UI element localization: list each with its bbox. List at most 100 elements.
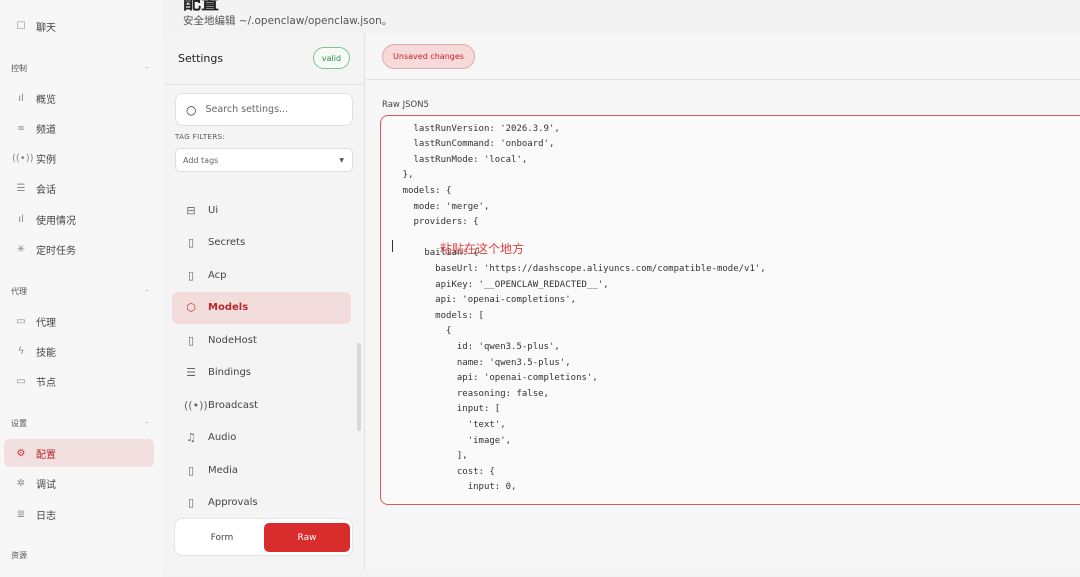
nav-section-label: 设置 — [11, 419, 27, 428]
nav-section-header[interactable]: 控制 – — [11, 63, 149, 74]
code-line: lastRunCommand: 'onboard', — [381, 139, 555, 150]
code-line: name: 'qwen3.5-plus', — [381, 357, 571, 368]
code-line: { — [381, 326, 452, 337]
category-item[interactable]: ☰ Bindings — [172, 357, 351, 389]
nav-item-label: 调试 — [36, 479, 56, 491]
bolt-icon: ϟ — [17, 345, 25, 357]
file-icon: ▯ — [187, 496, 195, 509]
collapse-icon: – — [145, 63, 149, 72]
category-label: Acp — [208, 269, 227, 281]
raw-mode-button[interactable]: Raw — [264, 523, 350, 552]
nav-item-label: 概览 — [36, 94, 56, 106]
code-line: providers: { — [381, 217, 479, 228]
editor-panel: Unsaved changes Raw JSON5 粘贴在这个地方 lastRu… — [366, 33, 1080, 569]
code-line: input: [ — [381, 404, 501, 415]
code-line: lastRunVersion: '2026.3.9', — [381, 123, 560, 134]
folder-icon: ▭ — [16, 315, 26, 327]
form-mode-button[interactable]: Form — [179, 523, 265, 552]
nav-item-1[interactable]: ıl 概览 — [4, 84, 154, 112]
bug-icon: ✲ — [16, 477, 26, 489]
category-label: Media — [208, 464, 239, 476]
broadcast-icon: ((•)) — [184, 398, 208, 412]
chat-icon: ☐ — [16, 20, 26, 32]
nav-item-9[interactable]: ▭ 节点 — [4, 367, 154, 395]
category-item[interactable]: ⊟ Ui — [172, 194, 351, 226]
code-line: api: 'openai-completions', — [381, 373, 598, 384]
settings-title: Settings — [178, 52, 224, 65]
code-line: ], — [381, 451, 468, 462]
category-item[interactable]: ▯ NodeHost — [172, 324, 351, 356]
scrollbar[interactable] — [357, 343, 361, 431]
music-icon: ♫ — [186, 431, 196, 444]
tag-filters-label: TAG FILTERS: — [175, 133, 226, 141]
usage-icon: ıl — [18, 213, 24, 225]
category-item[interactable]: ♫ Audio — [172, 422, 351, 454]
code-line: baseUrl: 'https://dashscope.aliyuncs.com… — [381, 264, 766, 274]
nav-item-6[interactable]: ✳ 定时任务 — [4, 235, 154, 263]
log-icon: ≣ — [16, 508, 26, 520]
nav-item-label: 配置 — [36, 449, 56, 461]
category-item[interactable]: ⬡ Models — [172, 291, 351, 324]
document-icon: ☰ — [16, 182, 26, 194]
nav-item-label: 代理 — [36, 317, 56, 329]
nav-item-10[interactable]: ⚙ 配置 — [4, 439, 154, 467]
nav-item-8[interactable]: ϟ 技能 — [4, 337, 154, 365]
code-line: api: 'openai-completions', — [381, 295, 577, 306]
code-line: lastRunAt: '2026-03-10T03:20:17.958Z', — [381, 116, 620, 118]
nav-item-label: 频道 — [36, 124, 56, 136]
code-line: input: 0, — [381, 482, 517, 493]
category-item[interactable]: ▯ Approvals — [172, 487, 351, 512]
category-label: Ui — [208, 204, 219, 216]
nav-item-12[interactable]: ≣ 日志 — [4, 500, 154, 528]
category-list: ⊟ Ui ▯ Secrets ▯ Acp ⬡ Models ▯ NodeHost ☰ Bindings… — [164, 181, 365, 511]
code-line: id: 'qwen3.5-plus', — [381, 342, 560, 352]
nav-item-label: 技能 — [36, 347, 56, 359]
nav-item-5[interactable]: ıl 使用情况 — [4, 205, 154, 233]
code-line: models: { — [381, 186, 452, 196]
code-line: apiKey: '__OPENCLAW_REDACTED__', — [381, 279, 609, 290]
category-item[interactable]: ((•)) Broadcast — [172, 389, 351, 421]
nav-section-header[interactable]: 代理 – — [11, 286, 149, 297]
broadcast-icon: ((•)) — [12, 152, 34, 164]
raw-json-editor[interactable]: 粘贴在这个地方 lastRunAt: '2026-03-10T03:20:17.… — [380, 115, 1080, 505]
nav-item-11[interactable]: ✲ 调试 — [4, 469, 154, 497]
file-icon: ▯ — [187, 268, 195, 282]
nav-item-label: 使用情况 — [36, 215, 76, 227]
nav-section-header[interactable]: 设置 – — [11, 418, 149, 429]
search-input[interactable] — [205, 104, 346, 115]
nav-item-7[interactable]: ▭ 代理 — [4, 307, 154, 335]
category-item[interactable]: ▯ Media — [172, 454, 351, 486]
category-label: Broadcast — [208, 399, 259, 411]
category-item[interactable]: ▯ Acp — [172, 259, 351, 291]
search-icon: ○ — [186, 102, 197, 117]
code-line: bailian: { — [381, 248, 479, 259]
nav-section-label: 资源 — [11, 551, 27, 560]
code-line: mode: 'merge', — [381, 201, 490, 212]
link-icon: ∞ — [16, 122, 26, 134]
category-item[interactable]: ▯ Secrets — [172, 227, 351, 259]
category-label: Models — [208, 302, 249, 313]
divider — [164, 84, 365, 85]
code-line: cost: { — [381, 466, 495, 477]
layout-icon: ⊟ — [186, 203, 196, 217]
nav-item-4[interactable]: ☰ 会话 — [4, 174, 154, 202]
nav-item-label: 会话 — [36, 184, 56, 196]
nav-section-header[interactable]: 资源 — [11, 550, 149, 561]
category-label: NodeHost — [208, 334, 257, 346]
nav-item-3[interactable]: ((•)) 实例 — [4, 144, 154, 172]
nav-item-2[interactable]: ∞ 频道 — [4, 114, 154, 142]
collapse-icon: – — [145, 286, 149, 295]
editor-toolbar: Unsaved changes — [366, 33, 1080, 80]
collapse-icon: – — [145, 418, 149, 427]
code-line: }, — [381, 170, 414, 181]
code-line: 'image', — [381, 435, 512, 446]
gear-icon: ⚙ — [16, 447, 26, 459]
search-box[interactable]: ○ — [175, 93, 353, 126]
tag-select[interactable]: Add tags ▼ — [175, 148, 353, 172]
cube-icon: ⬡ — [186, 301, 196, 314]
nav-item-label: 日志 — [36, 510, 56, 522]
nav-item-0[interactable]: ☐ 聊天 — [4, 12, 154, 40]
left-nav: ☐ 聊天 ıl 概览 ∞ 频道 ((•)) 实例 ☰ 会话 ıl 使用情况 ✳ 定时任务 ▭ 代理 ϟ 技能 ▭ 节点… — [0, 0, 163, 577]
category-label: Approvals — [208, 497, 258, 508]
category-label: Audio — [208, 432, 237, 443]
